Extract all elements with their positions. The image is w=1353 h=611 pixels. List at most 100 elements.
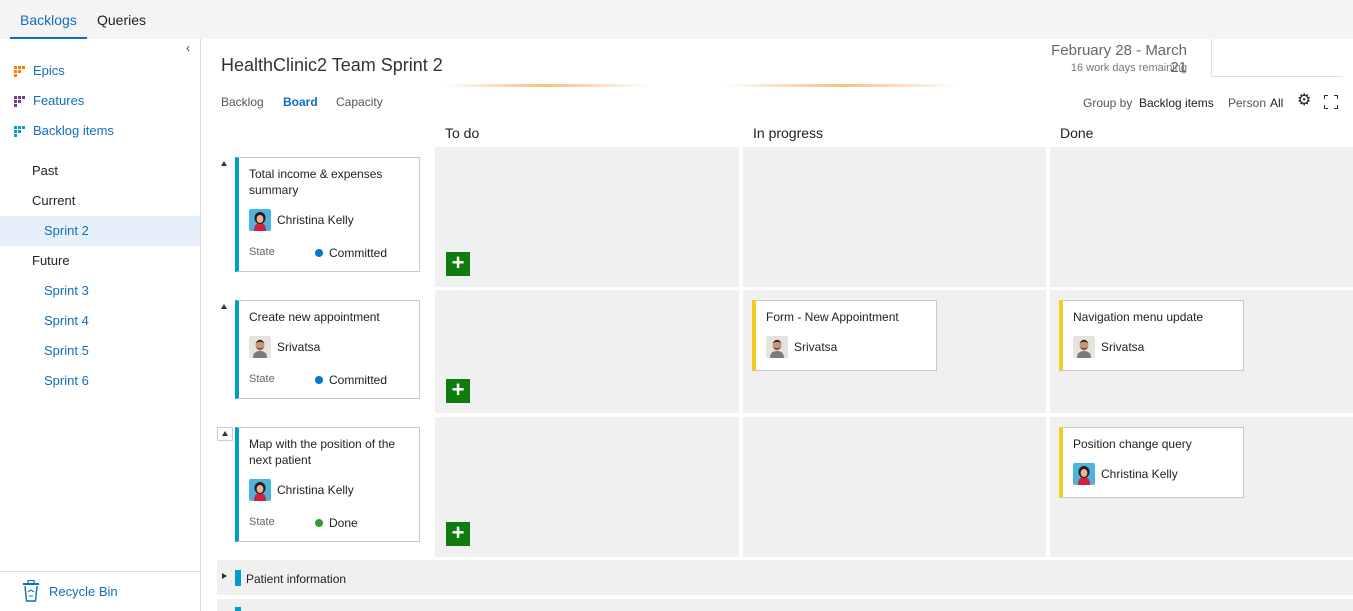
card-title: Total income & expenses summary bbox=[249, 167, 383, 197]
assignee-name: Srivatsa bbox=[794, 340, 838, 354]
add-task-button[interactable]: + bbox=[446, 379, 470, 403]
sidebar-item-features[interactable]: Features bbox=[0, 86, 200, 116]
sidebar-item-label: Current bbox=[32, 193, 76, 208]
page-title: HealthClinic2 Team Sprint 2 bbox=[221, 55, 443, 75]
sidebar-item-sprint-6[interactable]: Sprint 6 bbox=[0, 366, 200, 396]
sidebar-item-label: Sprint 4 bbox=[44, 313, 89, 328]
assignee-name: Christina Kelly bbox=[277, 483, 354, 497]
board-cell-in-progress[interactable] bbox=[743, 417, 1046, 557]
taskboard: To do In progress Done Total income & ex… bbox=[201, 124, 1353, 611]
burndown-chart-thumbnail[interactable] bbox=[1211, 39, 1343, 77]
board-cell-todo[interactable] bbox=[435, 417, 739, 557]
avatar bbox=[1073, 336, 1095, 358]
collapsed-row[interactable] bbox=[217, 599, 1353, 611]
card-title: Form - New Appointment bbox=[766, 310, 899, 324]
collapse-sidebar-icon[interactable]: ‹ bbox=[186, 41, 190, 55]
task-card[interactable]: Position change query Christina Kelly bbox=[1059, 427, 1244, 498]
avatar bbox=[766, 336, 788, 358]
person-filter-dropdown[interactable]: All bbox=[1270, 96, 1283, 110]
card-title: Map with the position of the next patien… bbox=[249, 437, 396, 467]
sidebar-item-label: Backlog items bbox=[33, 123, 114, 138]
collapsed-row-title: Patient information bbox=[246, 572, 347, 586]
assignee-name: Christina Kelly bbox=[1101, 467, 1178, 481]
sidebar-item-label: Future bbox=[32, 253, 70, 268]
column-header-in-progress: In progress bbox=[753, 125, 824, 141]
avatar bbox=[249, 209, 271, 231]
header-glow bbox=[721, 84, 961, 87]
top-navigation: Backlogs Queries bbox=[0, 0, 1353, 39]
backlog-items-icon bbox=[14, 126, 27, 137]
sidebar: ‹ Epics Features Backlog items Past Curr… bbox=[0, 39, 201, 611]
board-cell-todo[interactable] bbox=[435, 147, 739, 287]
tab-backlogs[interactable]: Backlogs bbox=[20, 12, 77, 28]
person-filter-label: Person bbox=[1228, 96, 1267, 110]
state-value[interactable]: Done bbox=[315, 516, 358, 530]
tab-board[interactable]: Board bbox=[283, 95, 318, 109]
board-cell-in-progress[interactable] bbox=[743, 147, 1046, 287]
tab-backlog[interactable]: Backlog bbox=[221, 95, 264, 109]
state-value[interactable]: Committed bbox=[315, 246, 387, 260]
state-text: Committed bbox=[329, 373, 388, 387]
sidebar-item-future[interactable]: Future bbox=[0, 246, 200, 276]
parent-card[interactable]: Total income & expenses summary Christin… bbox=[235, 157, 420, 272]
sidebar-item-sprint-3[interactable]: Sprint 3 bbox=[0, 276, 200, 306]
avatar bbox=[249, 336, 271, 358]
recycle-bin-link[interactable]: Recycle Bin bbox=[0, 571, 200, 611]
add-task-button[interactable]: + bbox=[446, 252, 470, 276]
state-value[interactable]: Committed bbox=[315, 373, 387, 387]
sidebar-item-sprint-5[interactable]: Sprint 5 bbox=[0, 336, 200, 366]
board-cell-todo[interactable] bbox=[435, 290, 739, 413]
avatar bbox=[249, 479, 271, 501]
work-item-color-bar bbox=[235, 570, 241, 586]
fullscreen-icon[interactable] bbox=[1324, 95, 1338, 109]
board-cell-done[interactable] bbox=[1050, 147, 1353, 287]
sidebar-item-label: Features bbox=[33, 93, 85, 108]
sidebar-item-backlog-items[interactable]: Backlog items bbox=[0, 116, 200, 146]
state-label: State bbox=[249, 516, 275, 528]
sidebar-item-label: Sprint 3 bbox=[44, 283, 89, 298]
state-label: State bbox=[249, 373, 275, 385]
add-task-button[interactable]: + bbox=[446, 522, 470, 546]
state-label: State bbox=[249, 246, 275, 258]
sidebar-item-label: Sprint 6 bbox=[44, 373, 89, 388]
sidebar-item-past[interactable]: Past bbox=[0, 156, 200, 186]
column-header-done: Done bbox=[1060, 125, 1094, 141]
state-text: Committed bbox=[329, 246, 388, 260]
assignee-name: Srivatsa bbox=[277, 340, 321, 354]
features-icon bbox=[14, 96, 27, 107]
gear-icon[interactable]: ⚙ bbox=[1297, 93, 1311, 109]
collapsed-row[interactable]: Patient information bbox=[217, 560, 1353, 595]
sidebar-item-current[interactable]: Current bbox=[0, 186, 200, 216]
collapse-row-icon bbox=[222, 431, 228, 436]
state-dot-icon bbox=[315, 519, 323, 527]
sidebar-item-epics[interactable]: Epics bbox=[0, 56, 200, 86]
parent-card[interactable]: Create new appointment Srivatsa State Co… bbox=[235, 300, 420, 399]
assignee-name: Christina Kelly bbox=[277, 213, 354, 227]
work-item-color-bar bbox=[235, 607, 241, 611]
header-glow bbox=[441, 84, 651, 87]
task-card[interactable]: Navigation menu update Srivatsa bbox=[1059, 300, 1244, 371]
sidebar-item-label: Sprint 5 bbox=[44, 343, 89, 358]
sidebar-item-label: Past bbox=[32, 163, 59, 178]
recycle-bin-label: Recycle Bin bbox=[49, 584, 118, 599]
state-text: Done bbox=[329, 516, 358, 530]
collapse-row-icon[interactable] bbox=[221, 304, 227, 309]
collapse-row-button[interactable] bbox=[217, 427, 233, 441]
tab-queries[interactable]: Queries bbox=[97, 12, 146, 28]
state-dot-icon bbox=[315, 249, 323, 257]
recycle-bin-icon bbox=[23, 580, 39, 602]
sidebar-item-sprint-4[interactable]: Sprint 4 bbox=[0, 306, 200, 336]
collapse-row-icon[interactable] bbox=[221, 161, 227, 166]
parent-card[interactable]: Map with the position of the next patien… bbox=[235, 427, 420, 542]
sidebar-item-label: Sprint 2 bbox=[44, 223, 89, 238]
sidebar-item-label: Epics bbox=[33, 63, 65, 78]
tab-capacity[interactable]: Capacity bbox=[336, 95, 383, 109]
sidebar-item-sprint-2[interactable]: Sprint 2 bbox=[0, 216, 200, 246]
sprint-header: HealthClinic2 Team Sprint 2 February 28 … bbox=[201, 39, 1353, 124]
work-days-remaining: 16 work days remaining bbox=[1070, 62, 1187, 74]
task-card[interactable]: Form - New Appointment Srivatsa bbox=[752, 300, 937, 371]
group-by-dropdown[interactable]: Backlog items bbox=[1139, 96, 1214, 110]
avatar bbox=[1073, 463, 1095, 485]
card-title: Create new appointment bbox=[249, 310, 380, 324]
expand-row-icon[interactable] bbox=[222, 573, 227, 579]
